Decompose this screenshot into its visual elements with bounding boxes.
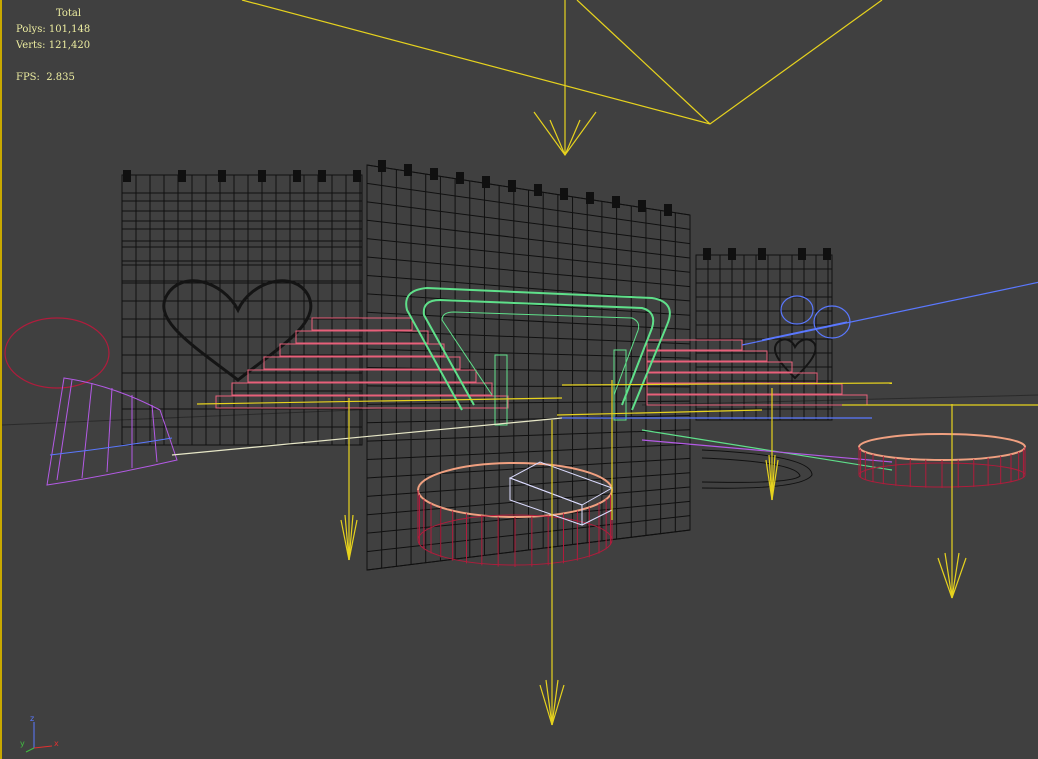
axis-y-label: y [20,739,25,748]
light-fixture [178,170,186,182]
spotlight-arrowhead [951,552,960,599]
stats-total-label: Total [56,8,82,19]
curved-steps-right [701,449,813,489]
scene-canvas[interactable] [2,0,1038,759]
light-fixture [258,170,266,182]
light-fixture [508,180,516,192]
spotlight-arrowhead [937,557,953,599]
stats-polys-label: Polys: [16,24,46,35]
floor-edges [171,417,893,471]
light-fixture [404,164,412,176]
light-beams-horizontal [196,382,1038,416]
light-fixture [318,170,326,182]
spotlight-arrowhead [539,684,553,726]
spotlight-arrowhead [551,679,559,726]
stats-fps-value: 2.835 [46,72,75,83]
heart-shape [162,279,313,382]
axis-x-label: x [54,739,59,748]
light-fixture [703,248,711,260]
spotlight-arrowhead [545,679,553,726]
light-fixture [218,170,226,182]
stats-verts-row: Verts: 121,420 [16,38,90,54]
spotlight-arrowhead [944,552,953,599]
viewport-perspective[interactable]: Total Polys: 101,148 Verts: 121,420 FPS:… [0,0,1038,759]
light-fixture [638,200,646,212]
light-fixture [823,248,831,260]
light-fixture [534,184,542,196]
light-fixture [378,160,386,172]
light-fixture [123,170,131,182]
spotlight-arrowhead [951,557,967,599]
light-rays-top [241,0,883,157]
light-fixture [353,170,361,182]
light-fixture [586,192,594,204]
light-fixture [664,204,672,216]
stage-backdrop-left [121,174,363,446]
light-fixture [482,176,490,188]
light-fixture [293,170,301,182]
axis-gizmo: z y x [20,714,59,753]
stats-verts-label: Verts: [16,40,46,51]
stats-verts-value: 121,420 [48,40,91,51]
blue-spotlight [741,281,1038,346]
stats-polys-row: Polys: 101,148 [16,22,90,38]
light-fixture [728,248,736,260]
round-platform-center [417,462,613,567]
light-fixture [456,172,464,184]
red-circle-left [4,317,110,389]
light-fixture [430,168,438,180]
spotlight-arrowhead [551,684,565,726]
ground-plane [2,394,1038,426]
stats-polys-value: 101,148 [48,24,91,35]
axis-z-label: z [30,714,34,723]
viewport-statistics: Total Polys: 101,148 Verts: 121,420 FPS:… [16,6,90,86]
stats-fps-row: FPS: 2.835 [16,70,90,86]
stats-fps-label: FPS: [16,72,40,83]
light-fixture [612,196,620,208]
purple-cone-left [46,377,178,486]
light-fixture [560,188,568,200]
light-fixture [758,248,766,260]
light-fixture [798,248,806,260]
stairs-right [646,339,868,406]
